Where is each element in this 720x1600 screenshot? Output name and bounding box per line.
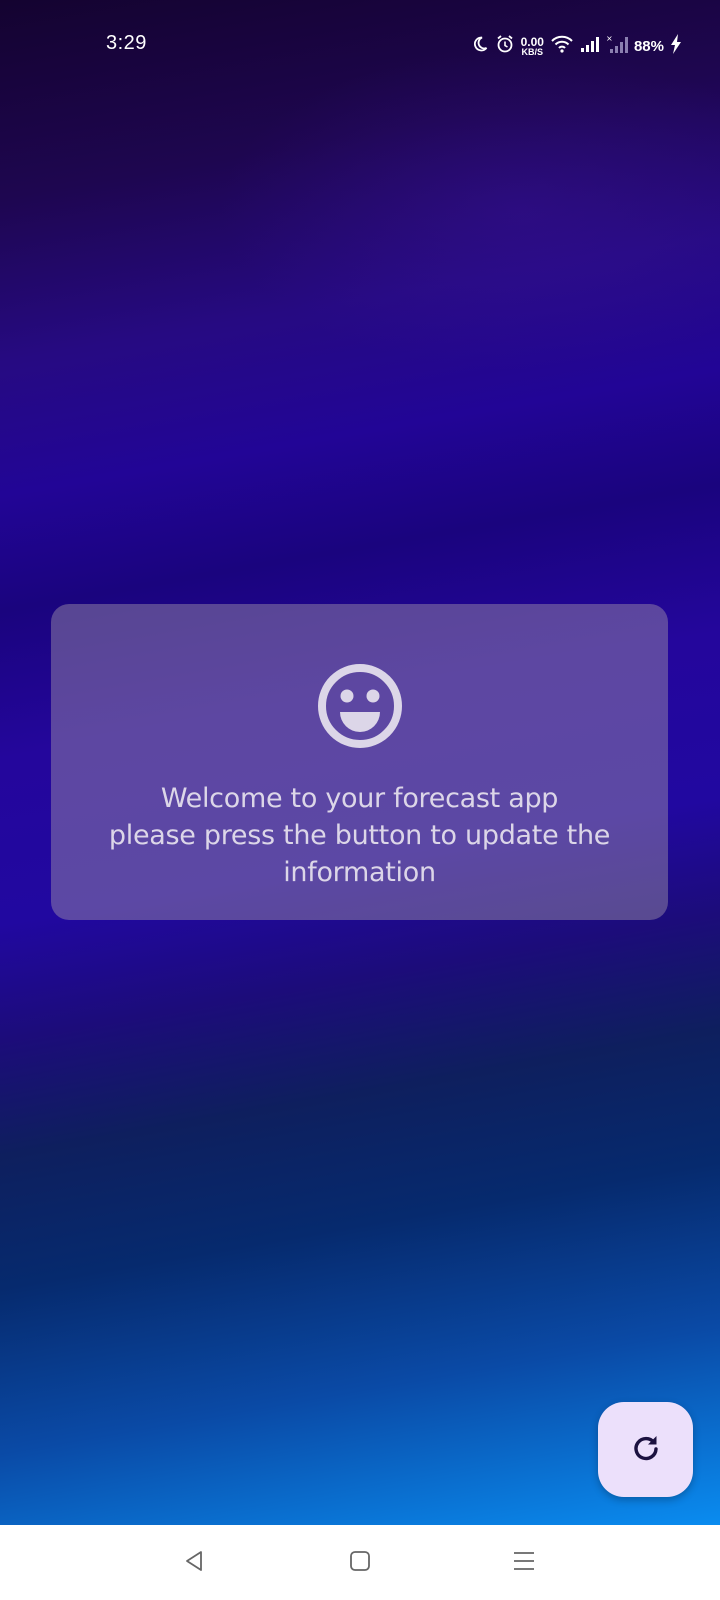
battery-level: 88% <box>633 37 664 55</box>
svg-text:×: × <box>606 34 613 43</box>
status-time: 3:29 <box>106 32 147 54</box>
recents-icon <box>512 1549 536 1578</box>
welcome-card: Welcome to your forecast app please pres… <box>51 604 668 920</box>
signal-no-service-icon: × <box>606 34 628 59</box>
signal-icon <box>580 35 600 58</box>
refresh-button[interactable] <box>598 1402 693 1497</box>
welcome-message: Welcome to your forecast app please pres… <box>109 780 610 891</box>
back-button[interactable] <box>178 1547 210 1579</box>
refresh-icon <box>631 1432 661 1467</box>
net-speed: 0.00 KB/S <box>521 36 544 57</box>
wifi-icon <box>550 34 574 59</box>
welcome-line-2: please press the button to update the <box>108 820 611 851</box>
status-bar: 3:29 0.00 KB/S × 88% <box>0 0 720 90</box>
smiley-icon <box>316 662 404 750</box>
net-speed-unit: KB/S <box>521 46 544 57</box>
welcome-line-1: Welcome to your forecast app <box>160 783 559 814</box>
net-speed-value: 0.00 <box>520 34 544 49</box>
status-icons: 0.00 KB/S × 88% <box>471 33 682 59</box>
moon-icon <box>471 35 489 58</box>
back-icon <box>182 1549 206 1578</box>
home-icon <box>348 1549 372 1578</box>
home-button[interactable] <box>344 1547 376 1579</box>
screen: 3:29 0.00 KB/S × 88% Welcome to your for… <box>0 0 720 1600</box>
charging-bolt-icon <box>670 33 682 59</box>
recents-button[interactable] <box>508 1547 540 1579</box>
navigation-bar <box>0 1525 720 1600</box>
welcome-line-3: information <box>283 857 436 888</box>
alarm-icon <box>495 34 515 59</box>
